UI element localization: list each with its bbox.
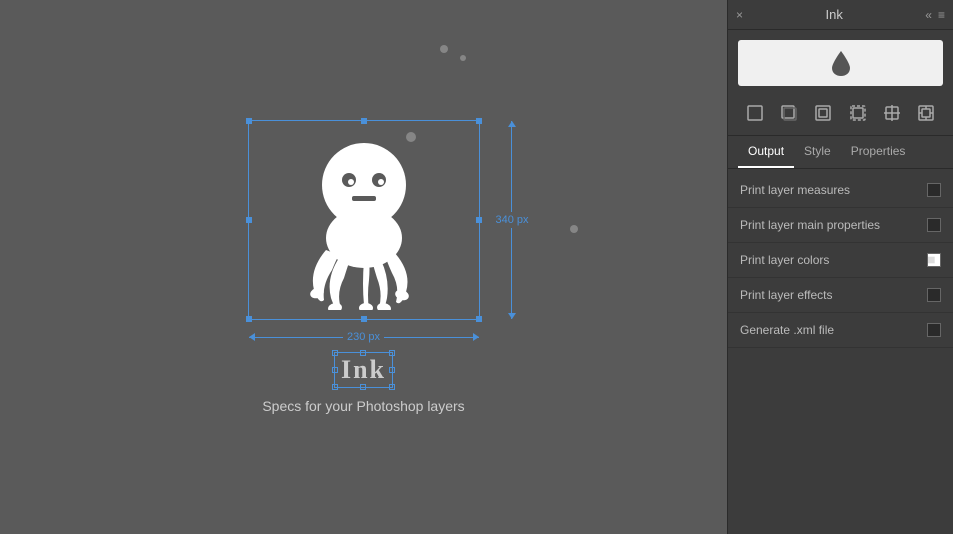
close-icon[interactable]: × (736, 8, 743, 22)
panel-title: Ink (825, 7, 842, 22)
panel: × Ink « ≡ (727, 0, 953, 534)
option-label-main-props: Print layer main properties (740, 218, 927, 232)
sel-handle-mr (389, 367, 395, 373)
decor-dot (460, 55, 466, 61)
handle-tl (246, 118, 252, 124)
collapse-icon[interactable]: « (925, 8, 932, 22)
layer-shadow-icon[interactable] (776, 102, 802, 129)
sel-handle-bc (360, 384, 366, 390)
handle-br (476, 316, 482, 322)
layer-icon[interactable] (742, 102, 768, 129)
subtitle: Specs for your Photoshop layers (262, 398, 464, 414)
tabs: Output Style Properties (728, 136, 953, 169)
tab-output[interactable]: Output (738, 136, 794, 168)
decor-dot (440, 45, 448, 53)
checkbox-measures[interactable] (927, 183, 941, 197)
handle-tr (476, 118, 482, 124)
handle-mr (476, 217, 482, 223)
crop-icon[interactable] (845, 102, 871, 129)
sel-handle-tc (360, 350, 366, 356)
checkbox-main-props[interactable] (927, 218, 941, 232)
ink-logo-text: Ink (341, 355, 386, 384)
option-row-effects: Print layer effects (728, 278, 953, 313)
drop-icon (829, 49, 853, 77)
menu-icon[interactable]: ≡ (938, 8, 945, 22)
option-label-xml: Generate .xml file (740, 323, 927, 337)
option-label-colors: Print layer colors (740, 253, 927, 267)
ink-logo-box: Ink (334, 352, 393, 388)
handle-ml (246, 217, 252, 223)
crop-full-icon[interactable] (913, 102, 939, 129)
panel-header-icons: « ≡ (925, 8, 945, 22)
octopus-illustration (284, 130, 444, 310)
canvas-area: 340 px (0, 0, 727, 534)
sel-handle-ml (332, 367, 338, 373)
ink-logo-container: Ink (334, 352, 393, 388)
color-preview[interactable] (738, 40, 943, 86)
option-row-colors: Print layer colors (728, 243, 953, 278)
checkbox-xml[interactable] (927, 323, 941, 337)
bounding-box: 340 px (248, 120, 480, 320)
tab-properties[interactable]: Properties (841, 136, 916, 168)
height-label: 340 px (495, 212, 528, 228)
layer-border-icon[interactable] (810, 102, 836, 129)
checkbox-colors[interactable] (927, 253, 941, 267)
option-row-main-props: Print layer main properties (728, 208, 953, 243)
decor-dot (570, 225, 578, 233)
handle-tc (361, 118, 367, 124)
sel-handle-bl (332, 384, 338, 390)
checkbox-effects[interactable] (927, 288, 941, 302)
option-row-xml: Generate .xml file (728, 313, 953, 348)
measure-width: 230 px (249, 331, 479, 343)
sel-handle-tl (332, 350, 338, 356)
options-list: Print layer measures Print layer main pr… (728, 169, 953, 534)
option-row-measures: Print layer measures (728, 173, 953, 208)
option-label-effects: Print layer effects (740, 288, 927, 302)
handle-bc (361, 316, 367, 322)
option-label-measures: Print layer measures (740, 183, 927, 197)
width-label: 230 px (343, 331, 384, 343)
measure-height: 340 px (495, 121, 528, 319)
panel-header: × Ink « ≡ (728, 0, 953, 30)
sel-handle-tr (389, 350, 395, 356)
illustration-area: 340 px (248, 120, 480, 414)
sel-handle-br (389, 384, 395, 390)
icon-toolbar (728, 96, 953, 136)
tab-style[interactable]: Style (794, 136, 841, 168)
handle-bl (246, 316, 252, 322)
crop-extend-icon[interactable] (879, 102, 905, 129)
